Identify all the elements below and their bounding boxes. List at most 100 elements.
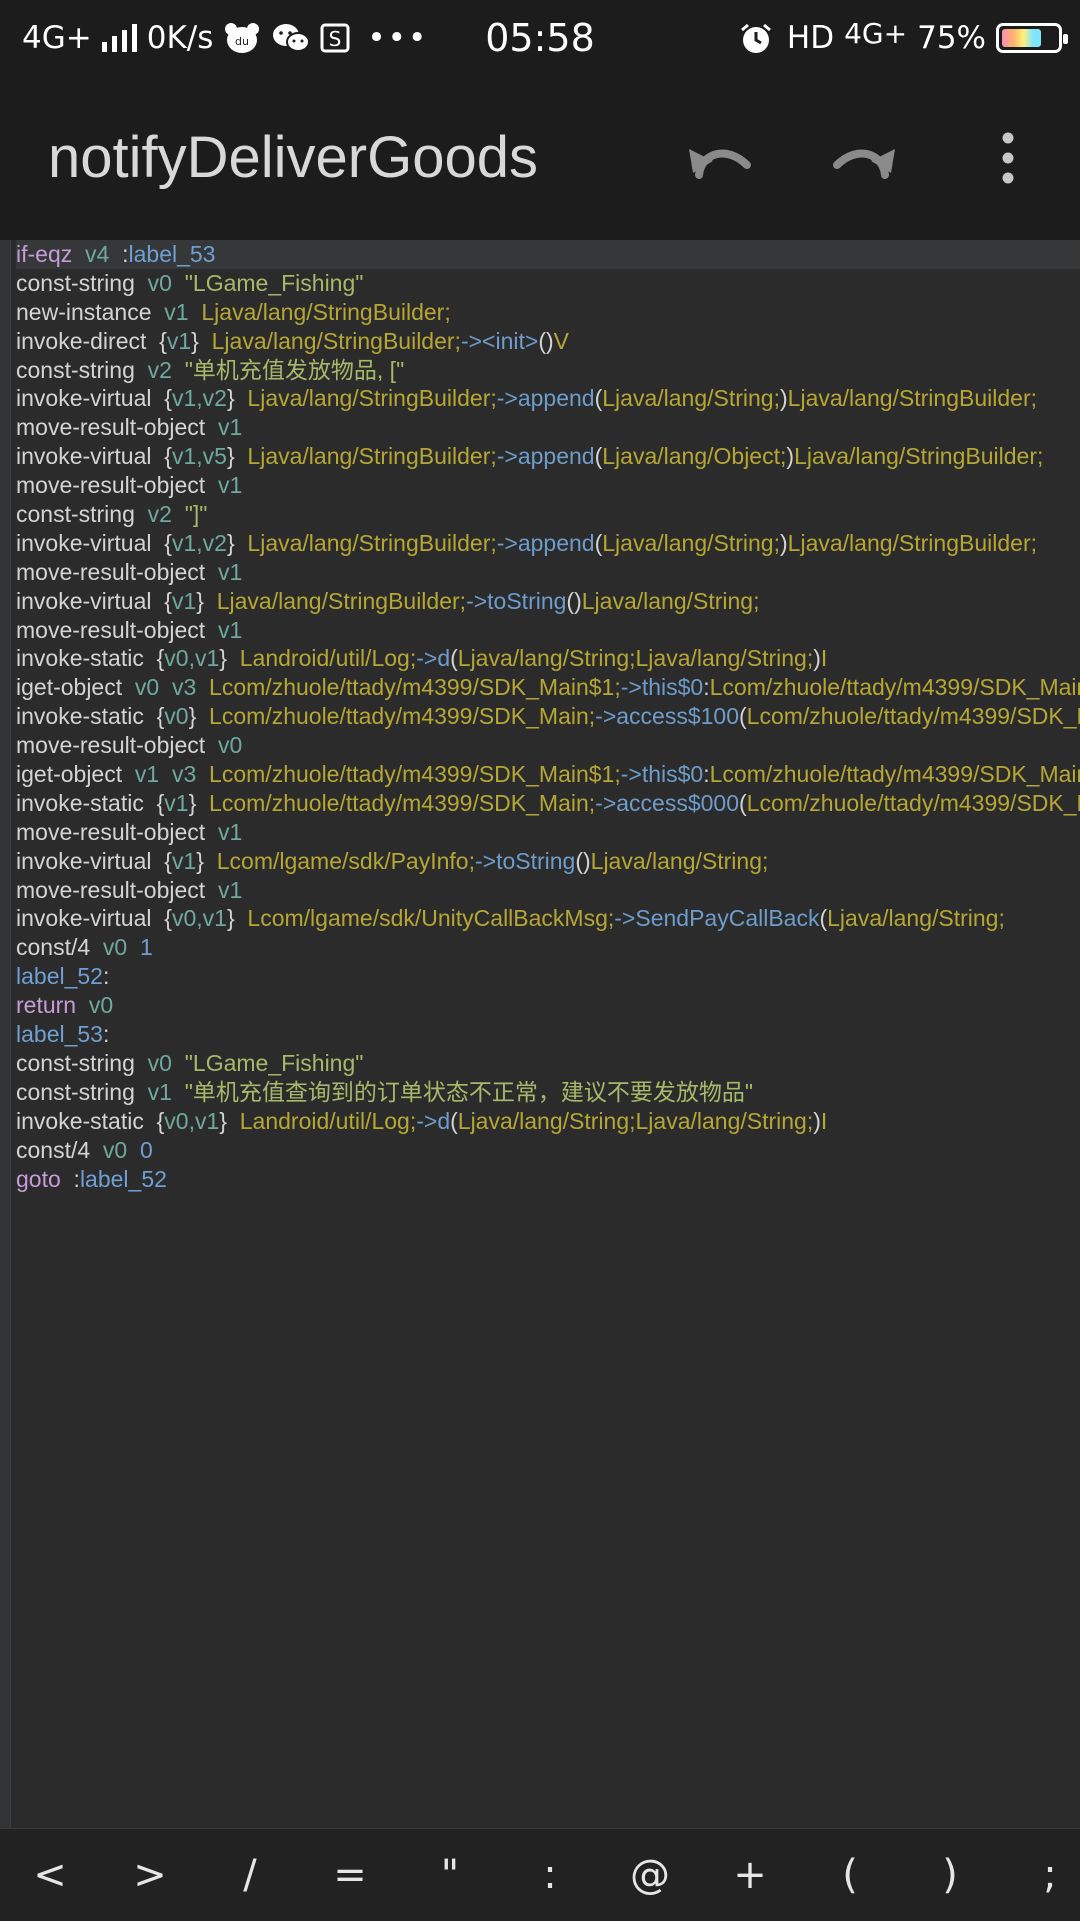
editor-gutter [0, 240, 11, 1828]
code-token: ) [813, 1107, 821, 1134]
code-line[interactable]: move-result-object v1 [16, 616, 1080, 645]
code-token: v0 [76, 992, 114, 1019]
code-token: invoke-static [16, 645, 144, 672]
code-token: Lcom/zhuole/ttady/m4399/SDK_Main$1; [196, 674, 621, 701]
code-token: v1 [134, 1078, 172, 1105]
signal-icon [101, 24, 137, 52]
code-token: Ljava/lang/StringBuilder; [234, 529, 497, 556]
code-token: -> [595, 789, 617, 816]
code-token: -> [614, 905, 636, 932]
code-line[interactable]: invoke-static {v0} Lcom/zhuole/ttady/m43… [16, 702, 1080, 731]
code-token: Ljava/lang/String; [581, 587, 760, 614]
code-line[interactable]: invoke-virtual {v1,v2} Ljava/lang/String… [16, 384, 1080, 413]
code-line[interactable]: invoke-virtual {v0,v1} Lcom/lgame/sdk/Un… [16, 904, 1080, 933]
code-line[interactable]: invoke-virtual {v1,v5} Ljava/lang/String… [16, 442, 1080, 471]
code-line[interactable]: move-result-object v0 [16, 731, 1080, 760]
code-token: Ljava/lang/Object; [602, 443, 787, 470]
more-options-button[interactable] [972, 122, 1044, 194]
code-line[interactable]: if-eqz v4 :label_53 [16, 240, 1080, 269]
svg-text:du: du [235, 35, 249, 48]
symbol-key[interactable]: @ [600, 1852, 700, 1898]
code-token: Ljava/lang/StringBuilder; [787, 385, 1037, 412]
code-token: : [60, 1165, 80, 1192]
code-token: Lcom/zhuole/ttady/m4399/SDK_Main; [709, 674, 1080, 701]
code-line[interactable]: invoke-direct {v1} Ljava/lang/StringBuil… [16, 327, 1080, 356]
code-line[interactable]: move-result-object v1 [16, 471, 1080, 500]
symbol-key[interactable]: ( [800, 1852, 900, 1898]
undo-button[interactable] [684, 122, 756, 194]
code-line[interactable]: invoke-virtual {v1} Lcom/lgame/sdk/PayIn… [16, 847, 1080, 876]
code-line[interactable]: move-result-object v1 [16, 558, 1080, 587]
code-token: ( [450, 645, 458, 672]
code-token: } [219, 645, 227, 672]
code-line[interactable]: const-string v1 "单机充值查询到的订单状态不正常，建议不要发放物… [16, 1078, 1080, 1107]
code-line[interactable]: const/4 v0 0 [16, 1136, 1080, 1165]
code-token: label_53 [128, 241, 216, 267]
code-token: ) [786, 443, 795, 470]
code-token: Ljava/lang/String; [602, 385, 780, 412]
code-token: Lcom/lgame/sdk/UnityCallBackMsg; [234, 905, 615, 932]
code-line[interactable]: const-string v0 "LGame_Fishing" [16, 269, 1080, 298]
more-vert-icon [1002, 132, 1014, 184]
code-line[interactable]: goto :label_52 [16, 1165, 1080, 1194]
symbol-key[interactable]: + [700, 1852, 800, 1898]
code-token: v0 [90, 1136, 128, 1163]
code-token: v0 v3 [122, 674, 197, 701]
code-line[interactable]: invoke-virtual {v1} Ljava/lang/StringBui… [16, 587, 1080, 616]
code-token: { [151, 529, 172, 556]
code-token: V [553, 327, 569, 354]
symbol-key[interactable]: : [500, 1852, 600, 1898]
code-token: v1 [205, 876, 243, 903]
code-line[interactable]: const-string v2 "单机充值发放物品, [" [16, 356, 1080, 385]
page-title: notifyDeliverGoods [48, 125, 538, 190]
symbol-key[interactable]: > [100, 1852, 200, 1898]
code-editor[interactable]: if-eqz v4 :label_53 const-string v0 "LGam… [0, 240, 1080, 1828]
symbol-key[interactable]: ; [1000, 1852, 1080, 1898]
code-line[interactable]: iget-object v1 v3 Lcom/zhuole/ttady/m439… [16, 760, 1080, 789]
redo-button[interactable] [828, 122, 900, 194]
code-line[interactable]: move-result-object v1 [16, 818, 1080, 847]
code-token: move-result-object [16, 616, 206, 643]
code-line[interactable]: move-result-object v1 [16, 876, 1080, 905]
code-token: -> [496, 443, 518, 470]
code-token: const-string [16, 269, 135, 296]
code-line[interactable]: new-instance v1 Ljava/lang/StringBuilder… [16, 298, 1080, 327]
code-token: v0 [134, 1049, 172, 1076]
code-token: const-string [16, 501, 135, 528]
code-line[interactable]: label_53: [16, 1020, 1080, 1049]
code-line[interactable]: const/4 v0 1 [16, 933, 1080, 962]
code-token: d [437, 645, 451, 672]
code-token: invoke-static [16, 703, 144, 730]
code-token: const-string [16, 1078, 135, 1105]
code-token: v0,v1 [164, 1107, 220, 1134]
code-token: Lcom/zhuole/ttady/m4399/SDK_Main; [709, 761, 1080, 788]
code-line[interactable]: label_52: [16, 962, 1080, 991]
code-line[interactable]: iget-object v0 v3 Lcom/zhuole/ttady/m439… [16, 673, 1080, 702]
code-line[interactable]: const-string v2 "]" [16, 500, 1080, 529]
code-line[interactable]: invoke-static {v1} Lcom/zhuole/ttady/m43… [16, 789, 1080, 818]
code-token: -> [460, 327, 483, 354]
code-token: invoke-virtual [16, 529, 152, 556]
code-line[interactable]: const-string v0 "LGame_Fishing" [16, 1049, 1080, 1078]
code-token: Ljava/lang/StringBuilder; [198, 327, 461, 354]
symbol-key[interactable]: < [0, 1852, 100, 1898]
code-token: v1 [164, 789, 189, 816]
code-line[interactable]: invoke-virtual {v1,v2} Ljava/lang/String… [16, 529, 1080, 558]
code-token: Landroid/util/Log; [226, 645, 417, 672]
code-area[interactable]: if-eqz v4 :label_53 const-string v0 "LGam… [16, 240, 1080, 1193]
code-line[interactable]: invoke-static {v0,v1} Landroid/util/Log;… [16, 644, 1080, 673]
symbol-key[interactable]: ) [900, 1852, 1000, 1898]
code-token: } [226, 443, 235, 470]
code-line[interactable]: return v0 [16, 991, 1080, 1020]
symbol-key[interactable]: = [300, 1852, 400, 1898]
code-token: Ljava/lang/String; [602, 529, 780, 556]
symbol-key[interactable]: " [400, 1852, 500, 1898]
code-token: const/4 [16, 934, 91, 961]
code-token: move-result-object [16, 818, 206, 845]
code-token: -> [466, 587, 488, 614]
code-line[interactable]: move-result-object v1 [16, 413, 1080, 442]
code-token: label_53 [16, 1021, 103, 1048]
code-line[interactable]: invoke-static {v0,v1} Landroid/util/Log;… [16, 1107, 1080, 1136]
code-token: v1,v5 [171, 443, 227, 470]
symbol-key[interactable]: / [200, 1852, 300, 1898]
